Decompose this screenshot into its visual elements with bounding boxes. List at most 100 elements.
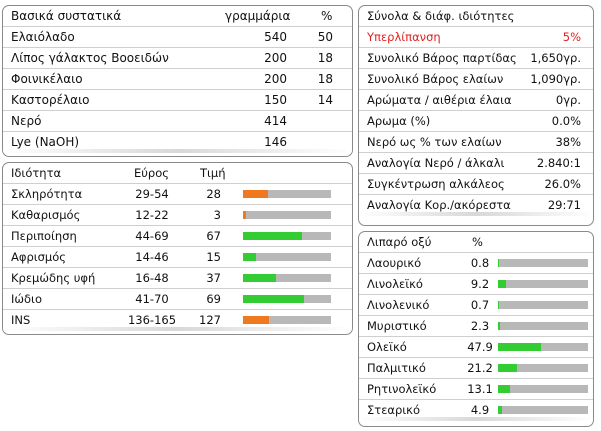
totals-value: 1,090γρ. bbox=[530, 72, 581, 86]
fatty-acid-bar-track bbox=[498, 322, 588, 330]
properties-panel: Ιδιότητα Εύρος Τιμή Σκληρότητα 29-54 28 Καθ… bbox=[2, 162, 353, 335]
property-value: 15 bbox=[206, 250, 221, 264]
row-divider bbox=[359, 212, 593, 216]
totals-header: Σύνολα & διάφ. ιδιότητες bbox=[359, 6, 593, 27]
property-row: Καθαρισμός 12-22 3 bbox=[3, 205, 352, 226]
property-row: Ιώδιο 41-70 69 bbox=[3, 289, 352, 310]
property-row: Αφρισμός 14-46 15 bbox=[3, 247, 352, 268]
totals-label: Συνολικό Βάρος ελαίων bbox=[367, 72, 504, 86]
property-bar-fill bbox=[243, 232, 302, 240]
ingredient-row: Lye (NaOH) 146 bbox=[3, 132, 352, 153]
fatty-acid-bar-fill bbox=[498, 406, 503, 414]
property-row: INS 136-165 127 bbox=[3, 310, 352, 331]
totals-value: 2.840:1 bbox=[536, 156, 581, 170]
row-divider bbox=[3, 149, 352, 153]
totals-panel: Σύνολα & διάφ. ιδιότητες Υπερλίπανση 5% Συ… bbox=[358, 5, 594, 226]
fatty-acid-name: Ρητινολεϊκό bbox=[367, 382, 437, 396]
ingredient-row: Λίπος γάλακτος Βοοειδών 200 18 bbox=[3, 48, 352, 69]
totals-label: Συγκέντρωση αλκάλεος bbox=[367, 177, 505, 191]
ingredient-row: Ελαιόλαδο 540 50 bbox=[3, 27, 352, 48]
fatty-acid-row: Λαουρικό 0.8 bbox=[359, 253, 593, 274]
fatty-acid-row: Λινολεϊκό 9.2 bbox=[359, 274, 593, 295]
ingredients-header: Βασικά συστατικά γραμμάρια % bbox=[3, 6, 352, 27]
fatty-acid-bar-fill bbox=[498, 301, 499, 309]
property-bar-track bbox=[243, 316, 331, 324]
fatty-acid-name: Μυριστικό bbox=[367, 319, 427, 333]
fatty-acid-bar-track bbox=[498, 385, 588, 393]
property-value: 3 bbox=[213, 208, 221, 222]
totals-value: 0γρ. bbox=[555, 93, 581, 107]
fatty-acid-row: Στεαρικό 4.9 bbox=[359, 400, 593, 421]
fatty-acid-name: Λινολεϊκό bbox=[367, 277, 423, 291]
ingredients-header-pct: % bbox=[321, 9, 333, 23]
ingredient-pct bbox=[303, 111, 333, 131]
properties-header-name: Ιδιότητα bbox=[11, 166, 62, 180]
row-divider bbox=[3, 327, 352, 331]
totals-value: 1,650γρ. bbox=[530, 51, 581, 65]
ingredient-name: Λίπος γάλακτος Βοοειδών bbox=[11, 51, 169, 65]
property-value: 37 bbox=[206, 271, 221, 285]
ingredient-name: Νερό bbox=[11, 114, 42, 128]
property-range: 29-54 bbox=[135, 187, 169, 201]
property-bar-fill bbox=[243, 295, 304, 303]
ingredient-row: Φοινικέλαιο 200 18 bbox=[3, 69, 352, 90]
totals-value: 26.0% bbox=[544, 177, 581, 191]
fatty-acid-bar-fill bbox=[498, 322, 501, 330]
fatty-acid-name: Λινολενικό bbox=[367, 298, 430, 312]
totals-value: 5% bbox=[562, 30, 581, 44]
property-row: Περιποίηση 44-69 67 bbox=[3, 226, 352, 247]
totals-row: Νερό ως % των ελαίων 38% bbox=[359, 132, 593, 153]
property-value: 67 bbox=[206, 229, 221, 243]
totals-header-title: Σύνολα & διάφ. ιδιότητες bbox=[367, 9, 515, 23]
ingredient-pct: 50 bbox=[317, 30, 333, 44]
property-name: Αφρισμός bbox=[11, 250, 67, 264]
properties-header: Ιδιότητα Εύρος Τιμή bbox=[3, 163, 352, 184]
property-bar-track bbox=[243, 190, 331, 198]
totals-row: Συγκέντρωση αλκάλεος 26.0% bbox=[359, 174, 593, 195]
fatty-acid-bar-fill bbox=[498, 259, 499, 267]
property-name: Σκληρότητα bbox=[11, 187, 83, 201]
fatty-acid-row: Ρητινολεϊκό 13.1 bbox=[359, 379, 593, 400]
fatty-acid-row: Ολεϊκό 47.9 bbox=[359, 337, 593, 358]
property-bar-track bbox=[243, 274, 331, 282]
row-divider bbox=[359, 417, 593, 421]
fatty-acid-bar-track bbox=[498, 406, 588, 414]
fatty-acid-bar-track bbox=[498, 280, 588, 288]
ingredient-grams: 150 bbox=[264, 93, 287, 107]
ingredients-header-grams: γραμμάρια bbox=[225, 9, 291, 23]
property-bar-fill bbox=[243, 211, 246, 219]
fatty-acid-name: Παλμιτικό bbox=[367, 361, 426, 375]
fatty-acid-name: Λαουρικό bbox=[367, 256, 422, 270]
ingredient-pct: 18 bbox=[317, 72, 333, 86]
ingredient-pct: 14 bbox=[317, 93, 333, 107]
ingredient-name: Ελαιόλαδο bbox=[11, 30, 75, 44]
totals-value: 38% bbox=[555, 135, 581, 149]
totals-row: Συνολικό Βάρος παρτίδας 1,650γρ. bbox=[359, 48, 593, 69]
fatty-acid-value: 47.9 bbox=[467, 340, 493, 354]
totals-row: Αρωμα (%) 0.0% bbox=[359, 111, 593, 132]
property-name: Περιποίηση bbox=[11, 229, 77, 243]
fatty-acids-header: Λιπαρό οξύ % bbox=[359, 232, 593, 253]
ingredients-header-name: Βασικά συστατικά bbox=[11, 9, 122, 23]
property-bar-track bbox=[243, 295, 331, 303]
fatty-acids-header-pct: % bbox=[472, 235, 483, 249]
ingredient-grams: 200 bbox=[264, 51, 287, 65]
fatty-acid-bar-track bbox=[498, 364, 588, 372]
fatty-acid-bar-fill bbox=[498, 343, 542, 351]
totals-label: Υπερλίπανση bbox=[367, 30, 441, 44]
property-value: 28 bbox=[206, 187, 221, 201]
fatty-acid-row: Λινολενικό 0.7 bbox=[359, 295, 593, 316]
fatty-acid-bar-fill bbox=[498, 280, 507, 288]
fatty-acid-value: 21.2 bbox=[467, 361, 493, 375]
totals-row: Αναλογία Κορ./ακόρεστα 29:71 bbox=[359, 195, 593, 216]
property-range: 14-46 bbox=[135, 250, 169, 264]
fatty-acids-panel: Λιπαρό οξύ % Λαουρικό 0.8 Λινολεϊκό 9.2 Λινο… bbox=[358, 231, 594, 427]
property-bar-fill bbox=[243, 190, 268, 198]
fatty-acid-bar-track bbox=[498, 259, 588, 267]
fatty-acid-value: 9.2 bbox=[470, 277, 490, 291]
property-bar-track bbox=[243, 253, 331, 261]
ingredient-name: Φοινικέλαιο bbox=[11, 72, 83, 86]
ingredient-row: Νερό 414 bbox=[3, 111, 352, 132]
property-bar-fill bbox=[243, 316, 270, 324]
property-name: Ιώδιο bbox=[11, 292, 42, 306]
